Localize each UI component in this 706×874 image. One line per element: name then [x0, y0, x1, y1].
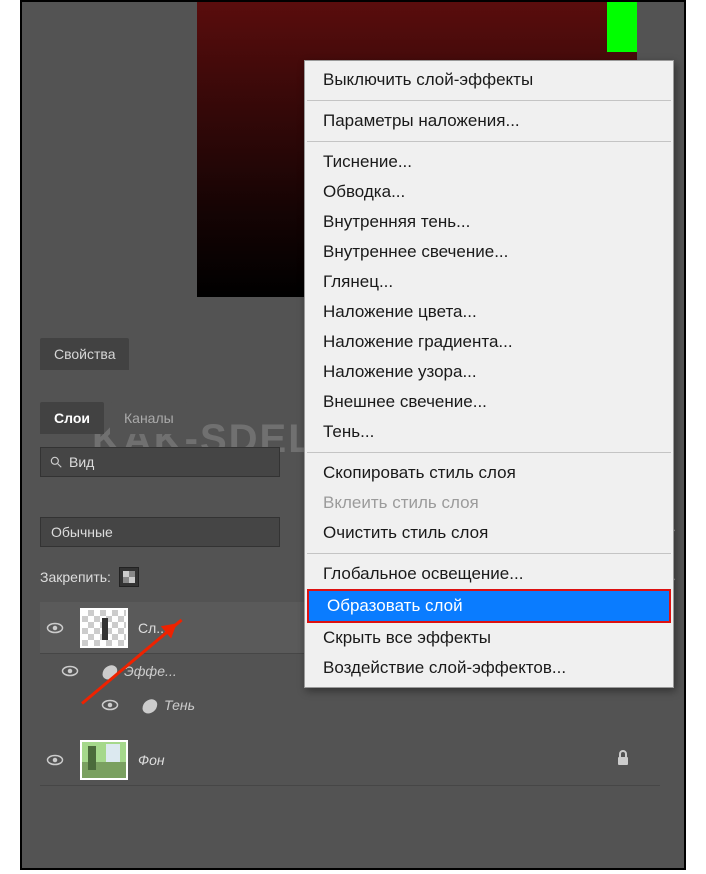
- eye-icon: [46, 619, 64, 637]
- menu-inner-glow[interactable]: Внутреннее свечение...: [305, 237, 673, 267]
- menu-drop-shadow[interactable]: Тень...: [305, 417, 673, 447]
- menu-color-overlay[interactable]: Наложение цвета...: [305, 297, 673, 327]
- menu-separator: [307, 452, 671, 453]
- eye-icon: [101, 696, 119, 714]
- canvas-green-bar: [607, 2, 637, 52]
- menu-satin[interactable]: Глянец...: [305, 267, 673, 297]
- kind-label: Вид: [69, 454, 94, 470]
- lock-transparency-icon[interactable]: [119, 567, 139, 587]
- layer-effect-shadow[interactable]: ⬤ Тень: [40, 688, 660, 722]
- effect-name: Тень: [164, 697, 195, 713]
- menu-outer-glow[interactable]: Внешнее свечение...: [305, 387, 673, 417]
- menu-separator: [307, 141, 671, 142]
- menu-paste-style: Вклеить стиль слоя: [305, 488, 673, 518]
- search-icon: [49, 455, 63, 469]
- menu-inner-shadow[interactable]: Внутренняя тень...: [305, 207, 673, 237]
- menu-copy-style[interactable]: Скопировать стиль слоя: [305, 458, 673, 488]
- menu-stroke[interactable]: Обводка...: [305, 177, 673, 207]
- menu-scale-effects[interactable]: Воздействие слой-эффектов...: [305, 653, 673, 683]
- lock-icon[interactable]: [616, 750, 630, 769]
- visibility-toggle[interactable]: [40, 662, 100, 680]
- layer-thumbnail[interactable]: [80, 740, 128, 780]
- menu-hide-all-effects[interactable]: Скрыть все эффекты: [305, 623, 673, 653]
- menu-separator: [307, 100, 671, 101]
- fx-icon: ⬤: [140, 697, 158, 714]
- menu-blending-options[interactable]: Параметры наложения...: [305, 106, 673, 136]
- menu-separator: [307, 553, 671, 554]
- blend-mode-value: Обычные: [51, 524, 113, 540]
- layer-style-context-menu: Выключить слой-эффекты Параметры наложен…: [304, 60, 674, 688]
- menu-pattern-overlay[interactable]: Наложение узора...: [305, 357, 673, 387]
- blend-mode-select[interactable]: Обычные: [40, 517, 280, 547]
- layer-name[interactable]: Фон: [138, 752, 165, 768]
- layer-thumbnail[interactable]: [80, 608, 128, 648]
- menu-bevel[interactable]: Тиснение...: [305, 147, 673, 177]
- menu-gradient-overlay[interactable]: Наложение градиента...: [305, 327, 673, 357]
- menu-clear-style[interactable]: Очистить стиль слоя: [305, 518, 673, 548]
- tab-properties[interactable]: Свойства: [40, 338, 129, 370]
- app-frame: KAK-SDELAT.ORG Свойства Слои Каналы Вид …: [20, 0, 686, 870]
- layer-row-background[interactable]: Фон: [40, 734, 660, 786]
- eye-icon: [61, 662, 79, 680]
- visibility-toggle[interactable]: [40, 751, 70, 769]
- effects-label: Эффе...: [124, 663, 177, 679]
- menu-global-light[interactable]: Глобальное освещение...: [305, 559, 673, 589]
- menu-create-layer[interactable]: Образовать слой: [307, 589, 671, 623]
- layer-kind-filter[interactable]: Вид: [40, 447, 280, 477]
- tab-channels[interactable]: Каналы: [110, 402, 188, 434]
- lock-label: Закрепить:: [40, 569, 111, 585]
- lock-controls: Закрепить:: [40, 567, 139, 587]
- menu-disable-effects[interactable]: Выключить слой-эффекты: [305, 65, 673, 95]
- eye-icon: [46, 751, 64, 769]
- visibility-toggle[interactable]: [40, 619, 70, 637]
- tab-layers[interactable]: Слои: [40, 402, 104, 434]
